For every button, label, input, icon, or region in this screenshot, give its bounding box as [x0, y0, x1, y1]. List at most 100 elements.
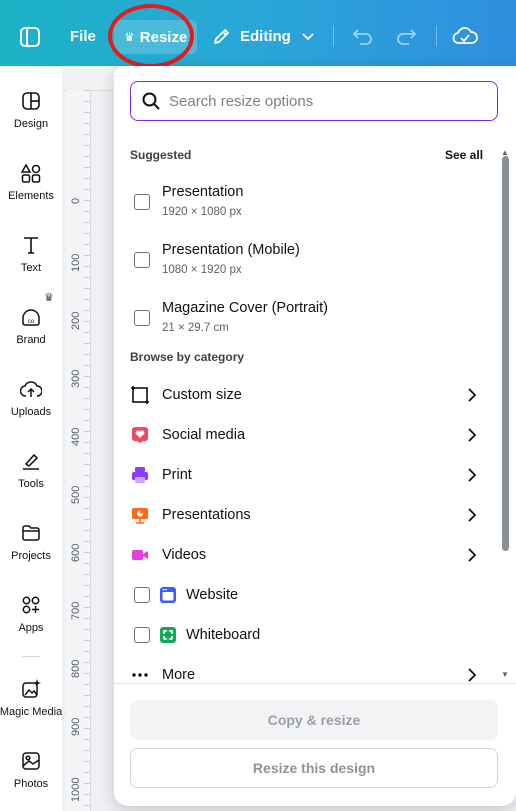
uploads-icon — [20, 381, 42, 397]
category-videos[interactable]: Videos — [130, 543, 480, 567]
option-dimensions: 21 × 29.7 cm — [162, 322, 229, 334]
scroll-down-arrow-icon[interactable]: ▼ — [501, 670, 509, 679]
editing-mode-button[interactable]: Editing — [212, 26, 323, 46]
ruler-tick-label: 700 — [70, 601, 82, 620]
ruler-tick-label: 0 — [70, 197, 82, 204]
ruler-tick-label: 400 — [70, 427, 82, 446]
search-icon — [142, 92, 160, 110]
highlight-circle-annotation — [108, 4, 194, 68]
option-dimensions: 1920 × 1080 px — [162, 206, 242, 218]
crown-icon: ♛ — [44, 292, 54, 304]
editing-mode-label: Editing — [240, 27, 291, 45]
magic-media-icon — [22, 679, 41, 698]
option-checkbox[interactable] — [134, 587, 150, 603]
chevron-down-icon — [302, 33, 314, 41]
pencil-icon — [214, 29, 229, 44]
category-label: Presentations — [162, 507, 251, 523]
sidebar-item-label: Design — [13, 118, 49, 130]
file-menu-label: File — [70, 28, 96, 45]
custom-size-icon — [131, 386, 149, 404]
toggle-side-panel-icon[interactable] — [19, 26, 41, 48]
brand-icon: co — [22, 309, 40, 326]
sidebar-item-apps[interactable]: Apps — [0, 594, 62, 634]
sidebar-item-label: Text — [20, 262, 42, 274]
left-sidebar: Design Elements Text co Brand ♛ Uploads … — [0, 66, 62, 811]
search-input[interactable] — [167, 91, 471, 111]
category-label: Social media — [162, 427, 246, 443]
option-title: Presentation (Mobile) — [162, 242, 300, 258]
toolbar-divider — [333, 26, 334, 46]
scrollbar-thumb[interactable] — [502, 156, 509, 551]
design-icon — [22, 92, 40, 110]
option-title: Magazine Cover (Portrait) — [162, 300, 328, 316]
chevron-right-icon — [468, 428, 477, 442]
category-social-media[interactable]: Social media — [130, 423, 480, 447]
option-checkbox[interactable] — [134, 310, 150, 326]
option-checkbox[interactable] — [134, 194, 150, 210]
resize-this-design-button[interactable]: Resize this design — [130, 748, 498, 788]
file-menu-button[interactable]: File — [70, 28, 96, 45]
more-icon — [132, 673, 148, 677]
category-custom-size[interactable]: Custom size — [130, 383, 480, 407]
apps-icon — [22, 596, 40, 614]
ruler-tick-label: 100 — [70, 253, 82, 272]
videos-icon — [132, 550, 148, 560]
cloud-saved-icon[interactable] — [452, 25, 478, 47]
redo-icon[interactable] — [395, 26, 417, 46]
option-checkbox[interactable] — [134, 252, 150, 268]
category-label: Videos — [162, 547, 207, 563]
sidebar-item-label: Magic Media — [0, 706, 63, 718]
category-label: Custom size — [162, 387, 242, 403]
category-label: More — [162, 667, 196, 683]
sidebar-item-label: Projects — [11, 550, 51, 562]
sidebar-item-tools[interactable]: Tools — [0, 450, 62, 490]
option-checkbox[interactable] — [134, 627, 150, 643]
sidebar-item-label: Elements — [8, 190, 54, 202]
category-presentations[interactable]: Presentations — [130, 503, 480, 527]
ruler-tick-label: 900 — [70, 717, 82, 736]
whiteboard-icon — [160, 627, 176, 643]
vertical-ruler: 0 100 200 300 400 500 600 700 800 900 10… — [66, 90, 91, 811]
sidebar-item-design[interactable]: Design — [0, 90, 62, 130]
category-label: Website — [186, 587, 239, 603]
chevron-right-icon — [468, 548, 477, 562]
chevron-right-icon — [468, 388, 477, 402]
chevron-right-icon — [468, 508, 477, 522]
chevron-right-icon — [468, 468, 477, 482]
sidebar-divider — [22, 656, 40, 657]
sidebar-item-projects[interactable]: Projects — [0, 522, 62, 562]
social-media-icon — [132, 427, 148, 443]
toolbar-divider — [436, 26, 437, 46]
search-resize-field[interactable] — [130, 81, 498, 121]
resize-panel: Suggested See all Presentation 1920 × 10… — [114, 66, 516, 806]
sidebar-item-label: Tools — [18, 478, 44, 490]
sidebar-item-label: Brand — [16, 334, 46, 346]
ruler-tick-label: 800 — [70, 659, 82, 678]
sidebar-item-label: Uploads — [10, 406, 52, 418]
sidebar-item-label: Photos — [13, 778, 49, 790]
ruler-tick-label: 200 — [70, 311, 82, 330]
copy-and-resize-button[interactable]: Copy & resize — [130, 700, 498, 740]
browse-by-category-heading: Browse by category — [130, 350, 245, 364]
sidebar-item-photos[interactable]: Photos — [0, 750, 62, 790]
sidebar-item-magic-media[interactable]: Magic Media — [0, 678, 62, 718]
tools-icon — [23, 453, 39, 470]
sidebar-item-text[interactable]: Text — [0, 234, 62, 274]
see-all-link[interactable]: See all — [445, 148, 483, 162]
category-print[interactable]: Print — [130, 463, 480, 487]
elements-icon — [20, 163, 41, 183]
print-icon — [132, 467, 148, 483]
undo-icon[interactable] — [352, 26, 374, 46]
chevron-right-icon — [468, 668, 477, 682]
category-label: Whiteboard — [186, 627, 261, 643]
ruler-tick-label: 500 — [70, 485, 82, 504]
category-whiteboard[interactable]: Whiteboard — [130, 623, 480, 647]
sidebar-item-uploads[interactable]: Uploads — [0, 378, 62, 418]
category-label: Print — [162, 467, 192, 483]
sidebar-item-brand[interactable]: co Brand — [0, 306, 62, 346]
ruler-tick-label: 1000 — [70, 777, 82, 802]
category-website[interactable]: Website — [130, 583, 480, 607]
svg-text:co: co — [28, 319, 35, 325]
sidebar-item-label: Apps — [18, 622, 44, 634]
sidebar-item-elements[interactable]: Elements — [0, 162, 62, 202]
